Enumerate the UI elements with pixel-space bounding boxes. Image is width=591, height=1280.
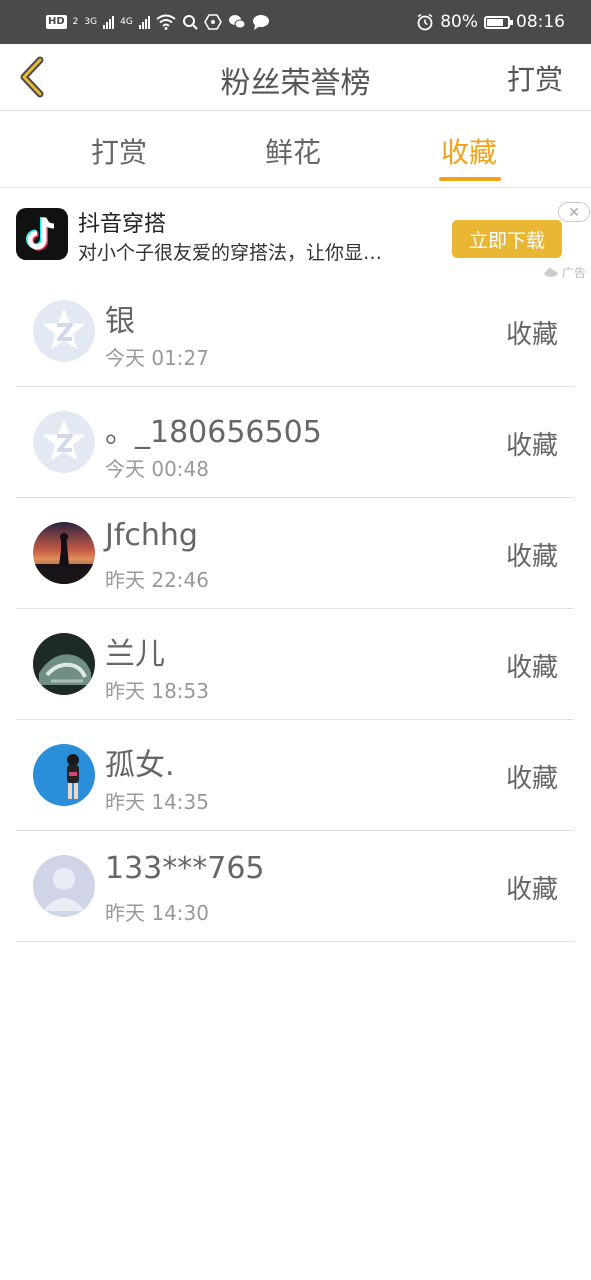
search-icon bbox=[182, 15, 198, 30]
alarm-icon bbox=[417, 13, 433, 31]
fan-action: 收藏 bbox=[505, 875, 558, 905]
list-item[interactable]: 银 今天 01:27 收藏 bbox=[16, 276, 574, 387]
fan-name: Jfchhg bbox=[105, 518, 198, 553]
fan-list: 银 今天 01:27 收藏 。_180656505 今天 00:48 收藏 Jf… bbox=[16, 276, 574, 942]
list-item[interactable]: 孤女. 昨天 14:35 收藏 bbox=[16, 720, 574, 831]
list-item[interactable]: 兰儿 昨天 18:53 收藏 bbox=[16, 609, 574, 720]
fan-name: 兰儿 bbox=[105, 637, 165, 672]
default-person-avatar-icon bbox=[33, 855, 95, 917]
signal-bars-icon bbox=[103, 15, 115, 29]
hd-sub: 2 bbox=[72, 17, 79, 27]
fan-time: 今天 01:27 bbox=[105, 346, 209, 370]
hexagon-icon bbox=[203, 14, 222, 30]
tab-bar: 打赏 鲜花 收藏 bbox=[0, 111, 591, 188]
wifi-icon bbox=[156, 14, 176, 30]
fan-name: 孤女. bbox=[105, 748, 175, 783]
fan-time: 昨天 14:30 bbox=[105, 901, 209, 925]
chat-bubble-icon bbox=[252, 15, 269, 30]
wechat-icon bbox=[228, 15, 246, 29]
status-time: 08:16 bbox=[516, 12, 565, 32]
fan-time: 昨天 14:35 bbox=[105, 790, 209, 814]
fan-action: 收藏 bbox=[505, 431, 558, 461]
ad-banner[interactable]: 抖音穿搭 对小个子很友爱的穿搭法，让你显… 立即下载 ✕ 广告 bbox=[0, 188, 591, 280]
list-item[interactable]: 。_180656505 今天 00:48 收藏 bbox=[16, 387, 574, 498]
tab-reward[interactable]: 打赏 bbox=[91, 131, 147, 171]
tiktok-logo-icon bbox=[16, 208, 68, 260]
battery-fill bbox=[487, 18, 503, 26]
ad-description: 对小个子很友爱的穿搭法，让你显… bbox=[78, 242, 383, 264]
blue-girl-avatar bbox=[33, 744, 95, 806]
sunset-photo-avatar bbox=[33, 522, 95, 584]
status-bar: HD 2 3G 4G 80% 08:16 bbox=[0, 0, 591, 44]
status-right: 80% 08:16 bbox=[416, 10, 565, 34]
network-type-1: 3G bbox=[84, 17, 98, 27]
reward-button[interactable]: 打赏 bbox=[507, 58, 563, 98]
top-app-bar: 粉丝荣誉榜 打赏 bbox=[0, 44, 591, 111]
page-title: 粉丝荣誉榜 bbox=[220, 66, 371, 101]
download-now-button[interactable]: 立即下载 bbox=[452, 220, 562, 258]
fan-action: 收藏 bbox=[505, 320, 558, 350]
fan-action: 收藏 bbox=[505, 542, 558, 572]
network-type-2: 4G bbox=[120, 17, 133, 27]
fan-time: 昨天 18:53 bbox=[105, 679, 209, 703]
battery-percent: 80% bbox=[440, 12, 478, 32]
fan-name: 133***765 bbox=[105, 851, 265, 886]
signal-bars-icon bbox=[138, 15, 150, 29]
fan-action: 收藏 bbox=[505, 764, 558, 794]
status-left: HD 2 3G 4G bbox=[46, 10, 270, 34]
default-q-avatar-icon bbox=[33, 300, 95, 362]
fan-action: 收藏 bbox=[505, 653, 558, 683]
ad-close-button[interactable]: ✕ bbox=[558, 202, 590, 222]
fan-time: 今天 00:48 bbox=[105, 457, 209, 481]
fan-time: 昨天 22:46 bbox=[105, 568, 209, 592]
fan-name: 银 bbox=[105, 304, 135, 339]
fan-name: 。_180656505 bbox=[105, 415, 322, 450]
hd-badge: HD bbox=[46, 15, 67, 29]
active-tab-indicator bbox=[439, 177, 501, 181]
list-item[interactable]: 133***765 昨天 14:30 收藏 bbox=[16, 831, 574, 942]
battery-icon bbox=[484, 15, 513, 29]
list-item[interactable]: Jfchhg 昨天 22:46 收藏 bbox=[16, 498, 574, 609]
tab-favorites[interactable]: 收藏 bbox=[441, 131, 497, 171]
dark-photo-avatar bbox=[33, 633, 95, 695]
ad-app-name: 抖音穿搭 bbox=[78, 212, 167, 237]
default-q-avatar-icon bbox=[33, 411, 95, 473]
tab-flowers[interactable]: 鲜花 bbox=[265, 131, 321, 171]
